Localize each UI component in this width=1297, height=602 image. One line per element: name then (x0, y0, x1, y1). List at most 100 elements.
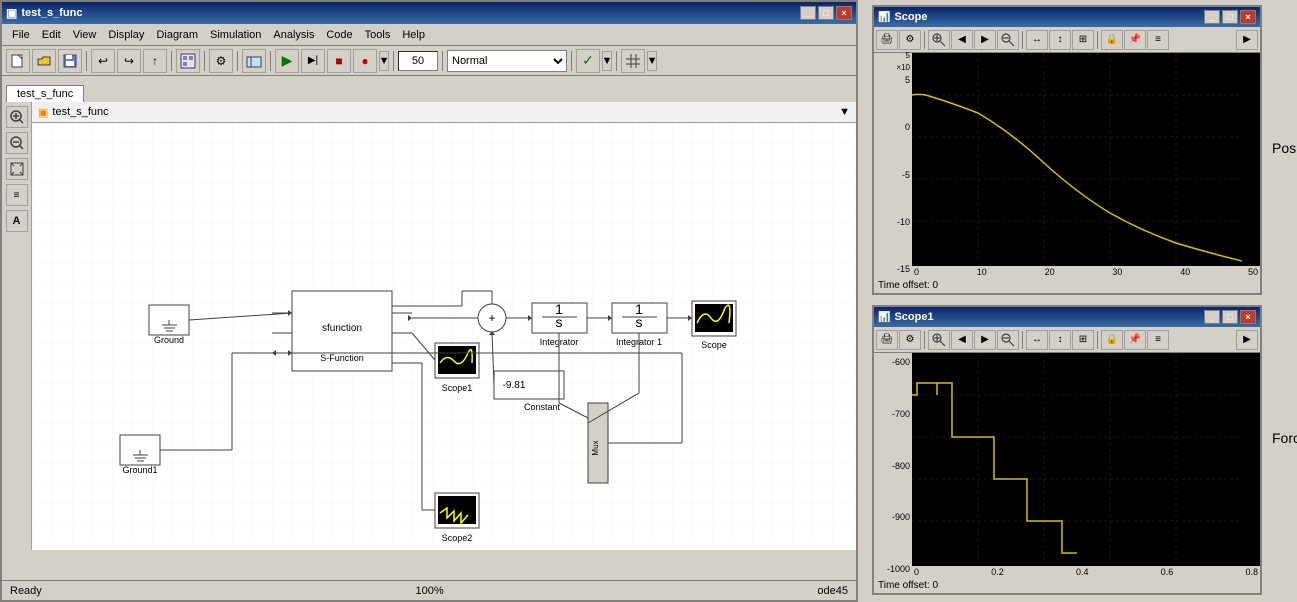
ground-block[interactable]: Ground (149, 305, 189, 345)
y-axis-multiplier: 5 (906, 51, 910, 60)
menu-code[interactable]: Code (320, 27, 358, 43)
scope-fit-xy-button[interactable]: ⊞ (1072, 30, 1094, 50)
solver-text: ode45 (817, 585, 848, 597)
scope-arrow-button[interactable]: ▶ (1236, 30, 1258, 50)
list-view-button[interactable]: ≡ (6, 184, 28, 206)
x-label-40: 40 (1180, 267, 1190, 277)
scope1-next-button[interactable]: ▶ (974, 330, 996, 350)
scope1-print-button[interactable]: 🖨 (876, 330, 898, 350)
library-button[interactable] (242, 49, 266, 73)
mux-block[interactable]: Mux (588, 403, 608, 483)
scope-force-x-axis: 0 0.2 0.4 0.6 0.8 (912, 566, 1260, 578)
scope1-prev-button[interactable]: ◀ (951, 330, 973, 350)
x-label-08f: 0.8 (1245, 567, 1258, 577)
save-button[interactable] (58, 49, 82, 73)
left-sidebar: ≡ A (2, 102, 32, 550)
menu-analysis[interactable]: Analysis (267, 27, 320, 43)
y-label-n5: -5 (876, 170, 910, 180)
tabs-bar: test_s_func (2, 76, 856, 102)
scope1-maximize-button[interactable]: □ (1222, 310, 1238, 324)
menu-display[interactable]: Display (102, 27, 150, 43)
stop-button[interactable]: ■ (327, 49, 351, 73)
scope-lock-button[interactable]: 🔒 (1101, 30, 1123, 50)
scope-zoom-out-button[interactable] (997, 30, 1019, 50)
scope-zoom-in-button[interactable] (928, 30, 950, 50)
sfunction-block[interactable]: sfunction S-Function (272, 291, 412, 371)
scope1-zoom-out-button[interactable] (997, 330, 1019, 350)
scope1-arrow-button[interactable]: ▶ (1236, 330, 1258, 350)
toolbar: ↩ ↪ ↑ ⚙ ▶ ▶| ■ ● ▼ 50 Normal ✓ ▼ (2, 46, 856, 76)
svg-text:S-Function: S-Function (320, 353, 364, 363)
record-button[interactable]: ● (353, 49, 377, 73)
scope1-settings-button[interactable]: ⚙ (899, 330, 921, 350)
x-label-50: 50 (1248, 267, 1258, 277)
scope-prev-button[interactable]: ◀ (951, 30, 973, 50)
menu-simulation[interactable]: Simulation (204, 27, 267, 43)
scope-maximize-button[interactable]: □ (1222, 10, 1238, 24)
up-button[interactable]: ↑ (143, 49, 167, 73)
scope-position-window: 📊 Scope _ □ × 🖨 ⚙ ◀ ▶ ↔ ↕ ⊞ (872, 5, 1262, 295)
redo-button[interactable]: ↪ (117, 49, 141, 73)
menu-file[interactable]: File (6, 27, 36, 43)
title-bar-buttons: _ □ × (800, 6, 852, 20)
x-label-04f: 0.4 (1076, 567, 1089, 577)
menu-help[interactable]: Help (396, 27, 431, 43)
minimize-button[interactable]: _ (800, 6, 816, 20)
grid-dropdown[interactable]: ▼ (647, 51, 657, 71)
scope1-fit-xy-button[interactable]: ⊞ (1072, 330, 1094, 350)
scope1-more-button[interactable]: ≡ (1147, 330, 1169, 350)
scope1-minimize-button[interactable]: _ (1204, 310, 1220, 324)
record-dropdown[interactable]: ▼ (379, 51, 389, 71)
run-button[interactable]: ▶ (275, 49, 299, 73)
sim-time-input[interactable]: 50 (398, 51, 438, 71)
scope1-lock-button[interactable]: 🔒 (1101, 330, 1123, 350)
new-button[interactable] (6, 49, 30, 73)
scope1-fit-y-button[interactable]: ↕ (1049, 330, 1071, 350)
menu-edit[interactable]: Edit (36, 27, 67, 43)
model-browser-button[interactable] (176, 49, 200, 73)
svg-text:Scope2: Scope2 (442, 533, 473, 543)
grid-button[interactable] (621, 49, 645, 73)
scope1-fit-x-button[interactable]: ↔ (1026, 330, 1048, 350)
text-button[interactable]: A (6, 210, 28, 232)
open-button[interactable] (32, 49, 56, 73)
menu-diagram[interactable]: Diagram (150, 27, 204, 43)
y-label-n1000: -1000 (876, 564, 910, 574)
breadcrumb-dropdown[interactable]: ▼ (839, 106, 850, 118)
y-label-n700: -700 (876, 409, 910, 419)
check-dropdown[interactable]: ▼ (602, 51, 612, 71)
scope1-title-left: 📊 Scope1 (878, 311, 934, 323)
svg-text:sfunction: sfunction (322, 323, 362, 334)
scope-fit-y-button[interactable]: ↕ (1049, 30, 1071, 50)
undo-button[interactable]: ↩ (91, 49, 115, 73)
scope-more-button[interactable]: ≡ (1147, 30, 1169, 50)
scope-minimize-button[interactable]: _ (1204, 10, 1220, 24)
menu-tools[interactable]: Tools (359, 27, 397, 43)
scope1-zoom-in-button[interactable] (928, 330, 950, 350)
check-button[interactable]: ✓ (576, 49, 600, 73)
menu-view[interactable]: View (67, 27, 103, 43)
scope-next-button[interactable]: ▶ (974, 30, 996, 50)
scope1-close-button[interactable]: × (1240, 310, 1256, 324)
ground1-block[interactable]: Ground1 (120, 435, 160, 475)
scope-force-title-bar: 📊 Scope1 _ □ × (874, 307, 1260, 327)
app-icon: ▣ (6, 6, 17, 20)
scope-unlock-button[interactable]: 📌 (1124, 30, 1146, 50)
scope-fit-x-button[interactable]: ↔ (1026, 30, 1048, 50)
close-button[interactable]: × (836, 6, 852, 20)
maximize-button[interactable]: □ (818, 6, 834, 20)
settings-button[interactable]: ⚙ (209, 49, 233, 73)
zoom-out-button[interactable] (6, 132, 28, 154)
fit-button[interactable] (6, 158, 28, 180)
zoom-in-button[interactable] (6, 106, 28, 128)
zoom-level: 100% (416, 585, 444, 597)
scope-close-button[interactable]: × (1240, 10, 1256, 24)
scope-force-title: Scope1 (894, 311, 933, 323)
scope-print-button[interactable]: 🖨 (876, 30, 898, 50)
sim-mode-select[interactable]: Normal (447, 50, 567, 72)
step-forward-button[interactable]: ▶| (301, 49, 325, 73)
scope-settings-button[interactable]: ⚙ (899, 30, 921, 50)
scope-title-left: 📊 Scope (878, 11, 927, 23)
scope1-unlock-button[interactable]: 📌 (1124, 330, 1146, 350)
tab-test-s-func[interactable]: test_s_func (6, 85, 84, 102)
